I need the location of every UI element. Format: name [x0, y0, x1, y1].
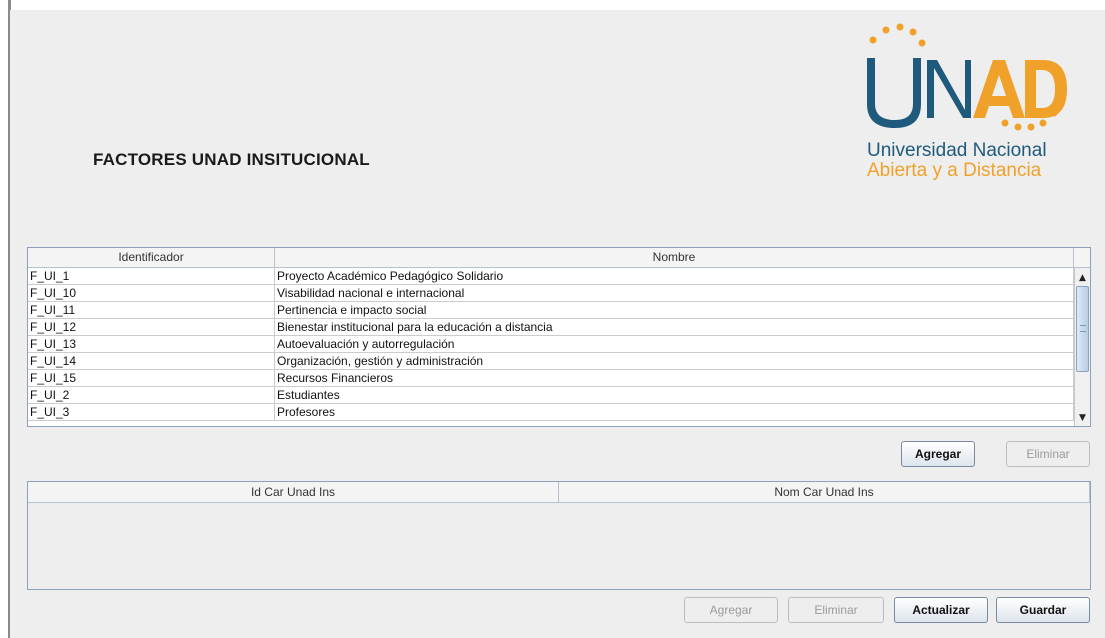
cell-identificador[interactable]: F_UI_14	[28, 353, 275, 369]
column-header-nombre[interactable]: Nombre	[275, 248, 1074, 267]
scroll-up-arrow-icon[interactable]: ▲	[1075, 270, 1090, 286]
table-row[interactable]: F_UI_10 Visabilidad nacional e internaci…	[28, 285, 1074, 302]
scrollbar-thumb[interactable]	[1076, 286, 1089, 372]
table-row[interactable]: F_UI_1 Proyecto Académico Pedagógico Sol…	[28, 268, 1074, 285]
cell-identificador[interactable]: F_UI_12	[28, 319, 275, 335]
table-row[interactable]: F_UI_15 Recursos Financieros	[28, 370, 1074, 387]
cell-identificador[interactable]: F_UI_15	[28, 370, 275, 386]
cell-nombre[interactable]: Visabilidad nacional e internacional	[275, 285, 1074, 301]
factors-table-scrollbar[interactable]: ▲ ▼	[1074, 268, 1090, 426]
characteristics-table[interactable]: Id Car Unad Ins Nom Car Unad Ins	[27, 481, 1091, 590]
cell-nombre[interactable]: Pertinencia e impacto social	[275, 302, 1074, 318]
grip-icon	[1080, 325, 1086, 332]
cell-nombre[interactable]: Bienestar institucional para la educació…	[275, 319, 1074, 335]
factors-table[interactable]: Identificador Nombre F_UI_1 Proyecto Aca…	[27, 247, 1091, 427]
cell-identificador[interactable]: F_UI_3	[28, 404, 275, 420]
unad-logo-graphic	[867, 23, 1067, 131]
table-row[interactable]: F_UI_2 Estudiantes	[28, 387, 1074, 404]
logo-university-subtitle: Abierta y a Distancia	[867, 160, 1042, 181]
cell-nombre[interactable]: Proyecto Académico Pedagógico Solidario	[275, 268, 1074, 284]
update-button[interactable]: Actualizar	[894, 597, 988, 623]
cell-nombre[interactable]: Organización, gestión y administración	[275, 353, 1074, 369]
column-header-nom-car-unad-ins[interactable]: Nom Car Unad Ins	[559, 482, 1090, 502]
characteristics-table-header: Id Car Unad Ins Nom Car Unad Ins	[28, 482, 1090, 503]
cell-identificador[interactable]: F_UI_2	[28, 387, 275, 403]
table-row[interactable]: F_UI_12 Bienestar institucional para la …	[28, 319, 1074, 336]
factors-table-header: Identificador Nombre	[28, 248, 1074, 268]
cell-nombre[interactable]: Recursos Financieros	[275, 370, 1074, 386]
page-title: FACTORES UNAD INSITUCIONAL	[93, 150, 370, 169]
cell-identificador[interactable]: F_UI_11	[28, 302, 275, 318]
factors-delete-button[interactable]: Eliminar	[1006, 441, 1090, 467]
table-row[interactable]: F_UI_14 Organización, gestión y administ…	[28, 353, 1074, 370]
scroll-down-arrow-icon[interactable]: ▼	[1075, 410, 1090, 426]
factors-add-button[interactable]: Agregar	[901, 441, 975, 467]
table-row[interactable]: F_UI_3 Profesores	[28, 404, 1074, 421]
cell-nombre[interactable]: Profesores	[275, 404, 1074, 420]
cell-nombre[interactable]: Estudiantes	[275, 387, 1074, 403]
cell-identificador[interactable]: F_UI_10	[28, 285, 275, 301]
cell-nombre[interactable]: Autoevaluación y autorregulación	[275, 336, 1074, 352]
cell-identificador[interactable]: F_UI_13	[28, 336, 275, 352]
table-row[interactable]: F_UI_11 Pertinencia e impacto social	[28, 302, 1074, 319]
bottom-delete-button[interactable]: Eliminar	[788, 597, 884, 623]
unad-logo: Universidad Nacional Abierta y a Distanc…	[855, 18, 1070, 188]
factors-table-body: F_UI_1 Proyecto Académico Pedagógico Sol…	[28, 268, 1074, 426]
table-header-corner	[1074, 248, 1090, 268]
table-row[interactable]: F_UI_13 Autoevaluación y autorregulación	[28, 336, 1074, 353]
logo-university-name: Universidad Nacional	[867, 140, 1047, 161]
column-header-identificador[interactable]: Identificador	[28, 248, 275, 267]
column-header-id-car-unad-ins[interactable]: Id Car Unad Ins	[28, 482, 559, 502]
cell-identificador[interactable]: F_UI_1	[28, 268, 275, 284]
save-button[interactable]: Guardar	[996, 597, 1090, 623]
bottom-add-button[interactable]: Agregar	[684, 597, 778, 623]
